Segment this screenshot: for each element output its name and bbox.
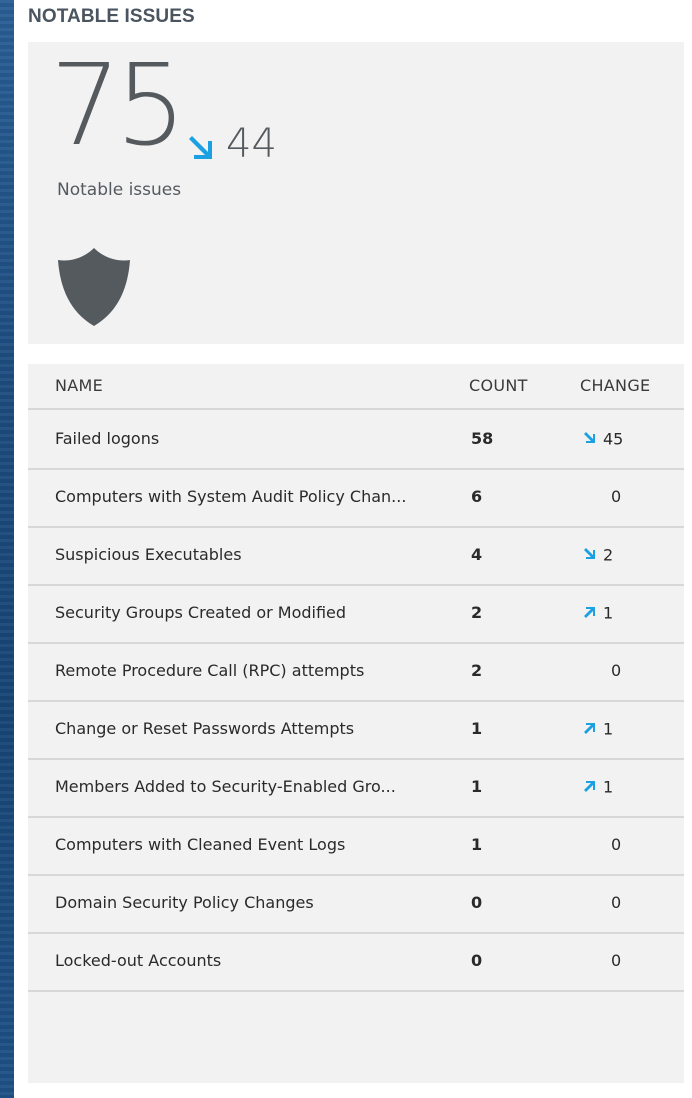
background-strip	[0, 0, 14, 1098]
issue-name: Remote Procedure Call (RPC) attempts	[55, 661, 365, 680]
table-row[interactable]: Members Added to Security-Enabled Gro...…	[28, 758, 684, 818]
issue-count: 1	[471, 835, 483, 854]
issue-name: Failed logons	[55, 429, 160, 448]
issue-name: Suspicious Executables	[55, 545, 242, 564]
issues-table: NAME COUNT CHANGE Failed logons 58 45 Compu…	[28, 364, 684, 1083]
trend-up-arrow-icon	[584, 781, 595, 792]
table-row[interactable]: Security Groups Created or Modified 2 1	[28, 584, 684, 644]
table-row[interactable]: Failed logons 58 45	[28, 410, 684, 470]
trend-down-arrow-icon	[584, 548, 595, 559]
issue-change: 0	[611, 661, 622, 680]
issue-change: 0	[611, 487, 622, 506]
issue-change: 1	[583, 758, 643, 816]
issue-change: 2	[583, 526, 643, 584]
change-value: 1	[603, 603, 614, 623]
change-value: 45	[603, 429, 624, 449]
trend-up-arrow-icon	[584, 607, 595, 618]
issue-change: 1	[583, 700, 643, 758]
issue-change: 0	[611, 835, 622, 854]
issue-count: 6	[471, 487, 483, 506]
change-value: 1	[603, 719, 614, 739]
shield-icon	[58, 248, 130, 326]
issue-change: 1	[583, 584, 643, 642]
issue-name: Computers with System Audit Policy Chan.…	[55, 487, 407, 506]
issue-change: 0	[611, 893, 622, 912]
trend-down-arrow-icon	[584, 432, 595, 443]
issue-count: 4	[471, 545, 483, 564]
change-value: 1	[603, 777, 614, 797]
table-row[interactable]: Computers with Cleaned Event Logs 1 0	[28, 816, 684, 876]
issue-name: Security Groups Created or Modified	[55, 603, 347, 622]
issue-count: 0	[471, 893, 483, 912]
table-row[interactable]: Locked-out Accounts 0 0	[28, 932, 684, 992]
column-header-change[interactable]: CHANGE	[580, 364, 650, 408]
summary-label: Notable issues	[57, 180, 182, 200]
issue-count: 0	[471, 951, 483, 970]
issue-count: 58	[471, 429, 494, 448]
trend-down-arrow-icon	[189, 136, 212, 159]
table-row[interactable]: Suspicious Executables 4 2	[28, 526, 684, 586]
issue-name: Change or Reset Passwords Attempts	[55, 719, 355, 738]
change-value: 2	[603, 545, 614, 565]
table-row[interactable]: Remote Procedure Call (RPC) attempts 2 0	[28, 642, 684, 702]
table-row[interactable]: Change or Reset Passwords Attempts 1 1	[28, 700, 684, 760]
section-title: NOTABLE ISSUES	[28, 6, 195, 27]
column-header-name[interactable]: NAME	[55, 364, 103, 408]
trend-up-arrow-icon	[584, 723, 595, 734]
issue-count: 1	[471, 719, 483, 738]
column-header-count[interactable]: COUNT	[469, 364, 528, 408]
issue-name: Computers with Cleaned Event Logs	[55, 835, 346, 854]
table-header: NAME COUNT CHANGE	[28, 364, 684, 410]
issue-name: Members Added to Security-Enabled Gro...	[55, 777, 396, 796]
issue-change: 45	[583, 410, 643, 468]
table-row[interactable]: Computers with System Audit Policy Chan.…	[28, 468, 684, 528]
issue-change: 0	[611, 951, 622, 970]
table-row[interactable]: Domain Security Policy Changes 0 0	[28, 874, 684, 934]
notable-issues-count: 75	[50, 41, 186, 171]
issue-name: Locked-out Accounts	[55, 951, 222, 970]
issue-name: Domain Security Policy Changes	[55, 893, 314, 912]
trend-value: 44	[226, 121, 277, 167]
issue-count: 1	[471, 777, 483, 796]
issue-count: 2	[471, 603, 483, 622]
notable-issues-tile[interactable]: 75 44 Notable issues	[28, 42, 684, 344]
issue-count: 2	[471, 661, 483, 680]
